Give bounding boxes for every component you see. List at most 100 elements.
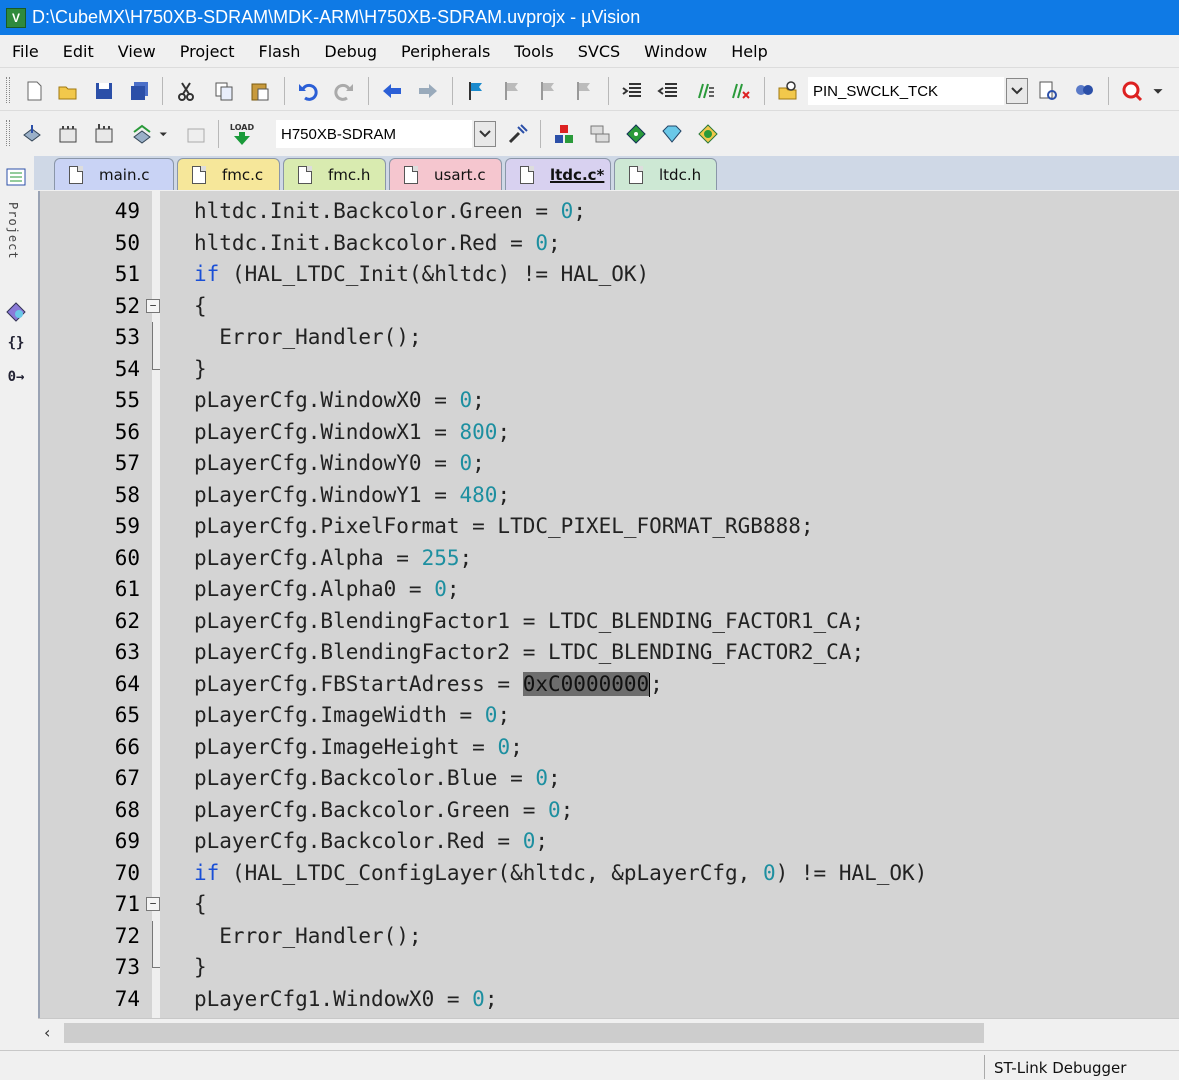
redo-icon[interactable] [330, 77, 358, 105]
project-window-icon[interactable] [2, 162, 30, 192]
code-line[interactable]: 73} [40, 952, 1179, 984]
next-bookmark-icon[interactable] [534, 77, 562, 105]
toolbar-grip[interactable] [6, 77, 10, 103]
scrollbar-thumb[interactable] [64, 1023, 984, 1043]
build-icon[interactable] [54, 120, 82, 148]
functions-icon[interactable]: {} [2, 328, 30, 358]
menu-edit[interactable]: Edit [51, 42, 106, 61]
toolbar-grip[interactable] [6, 120, 10, 146]
navigate-forward-icon[interactable] [414, 77, 442, 105]
code-line[interactable]: 59 pLayerCfg.PixelFormat = LTDC_PIXEL_FOR… [40, 511, 1179, 543]
file-extensions-icon[interactable] [586, 120, 614, 148]
file-toolbar: PIN_SWCLK_TCK [0, 69, 1179, 111]
code-line[interactable]: 60 pLayerCfg.Alpha = 255; [40, 543, 1179, 575]
tab-usart-c[interactable]: usart.c [389, 158, 502, 190]
chevron-down-icon[interactable] [474, 121, 496, 147]
indent-icon[interactable] [618, 77, 646, 105]
target-select[interactable]: H750XB-SDRAM [276, 120, 472, 148]
clear-bookmarks-icon[interactable] [570, 77, 598, 105]
find-in-files-icon[interactable] [774, 77, 802, 105]
paste-icon[interactable] [246, 77, 274, 105]
code-line[interactable]: 62 pLayerCfg.BlendingFactor1 = LTDC_BLEND… [40, 606, 1179, 638]
code-line[interactable]: 63 pLayerCfg.BlendingFactor2 = LTDC_BLEND… [40, 637, 1179, 669]
copy-icon[interactable] [210, 77, 238, 105]
options-for-target-icon[interactable] [504, 120, 532, 148]
cut-icon[interactable] [172, 77, 200, 105]
stop-build-icon[interactable] [182, 120, 210, 148]
prev-bookmark-icon[interactable] [498, 77, 526, 105]
code-line[interactable]: 71− { [40, 889, 1179, 921]
text-caret [649, 672, 651, 697]
scroll-left-arrow-icon[interactable]: ‹ [44, 1023, 50, 1042]
menu-file[interactable]: File [0, 42, 51, 61]
fold-toggle-icon[interactable]: − [146, 298, 160, 313]
code-line[interactable]: 51 if (HAL_LTDC_Init(&hltdc) != HAL_OK) [40, 259, 1179, 291]
templates-icon[interactable]: 0→ [2, 362, 30, 392]
code-line[interactable]: 52− { [40, 291, 1179, 323]
tab-ltdc-h[interactable]: ltdc.h [614, 158, 717, 190]
manage-project-items-icon[interactable] [550, 120, 578, 148]
dropdown-arrow-icon[interactable] [156, 120, 172, 148]
open-file-icon[interactable] [54, 77, 82, 105]
tab-main-c[interactable]: main.c [54, 158, 174, 190]
undo-icon[interactable] [294, 77, 322, 105]
menu-tools[interactable]: Tools [502, 42, 565, 61]
code-line[interactable]: 67 pLayerCfg.Backcolor.Blue = 0; [40, 763, 1179, 795]
select-packs-icon[interactable] [658, 120, 686, 148]
menu-help[interactable]: Help [719, 42, 779, 61]
code-line[interactable]: 49 hltdc.Init.Backcolor.Green = 0; [40, 196, 1179, 228]
menu-flash[interactable]: Flash [246, 42, 312, 61]
load-download-button[interactable]: LOAD [228, 120, 256, 148]
code-line[interactable]: 58 pLayerCfg.WindowY1 = 480; [40, 480, 1179, 512]
code-line[interactable]: 72 Error_Handler(); [40, 920, 1179, 952]
books-icon[interactable] [2, 296, 30, 326]
code-line[interactable]: 53 Error_Handler(); [40, 322, 1179, 354]
save-icon[interactable] [90, 77, 118, 105]
dropdown-arrow-icon[interactable] [1148, 77, 1168, 105]
find-combo[interactable]: PIN_SWCLK_TCK [808, 77, 1004, 105]
tab-fmc-c[interactable]: fmc.c [177, 158, 280, 190]
menu-view[interactable]: View [106, 42, 168, 61]
tab-fmc-h[interactable]: fmc.h [283, 158, 386, 190]
code-line[interactable]: 74 pLayerCfg1.WindowX0 = 0; [40, 984, 1179, 1016]
find-replace-icon[interactable] [1070, 77, 1098, 105]
uncomment-icon[interactable] [726, 77, 754, 105]
menu-peripherals[interactable]: Peripherals [389, 42, 502, 61]
code-line[interactable]: 69 pLayerCfg.Backcolor.Red = 0; [40, 826, 1179, 858]
bookmark-icon[interactable] [462, 77, 490, 105]
code-line[interactable]: 61 pLayerCfg.Alpha0 = 0; [40, 574, 1179, 606]
translate-icon[interactable] [18, 120, 46, 148]
code-line[interactable]: 66 pLayerCfg.ImageHeight = 0; [40, 732, 1179, 764]
code-line[interactable]: 55 pLayerCfg.WindowX0 = 0; [40, 385, 1179, 417]
pack-installer-icon[interactable] [622, 120, 650, 148]
unindent-icon[interactable] [654, 77, 682, 105]
line-number: 72 [114, 923, 140, 948]
new-file-icon[interactable] [20, 77, 48, 105]
chevron-down-icon[interactable] [1006, 78, 1028, 104]
code-line[interactable]: 65 pLayerCfg.ImageWidth = 0; [40, 700, 1179, 732]
navigate-back-icon[interactable] [378, 77, 406, 105]
save-all-icon[interactable] [126, 77, 154, 105]
tab-ltdc-c[interactable]: ltdc.c* [505, 158, 611, 190]
horizontal-scrollbar[interactable]: ‹ [38, 1018, 1179, 1046]
code-line[interactable]: 54} [40, 353, 1179, 386]
debug-settings-icon[interactable] [1118, 77, 1146, 105]
menu-debug[interactable]: Debug [312, 42, 389, 61]
code-editor[interactable]: 49 hltdc.Init.Backcolor.Green = 0; 50 hltdc… [38, 191, 1179, 1018]
code-line[interactable]: 56 pLayerCfg.WindowX1 = 800; [40, 417, 1179, 449]
batch-build-icon[interactable] [128, 120, 156, 148]
menu-project[interactable]: Project [168, 42, 247, 61]
project-tab-label[interactable]: Project [6, 202, 20, 260]
code-line[interactable]: 68 pLayerCfg.Backcolor.Green = 0; [40, 795, 1179, 827]
manage-rte-icon[interactable] [694, 120, 722, 148]
fold-toggle-icon[interactable]: − [146, 897, 160, 911]
menu-window[interactable]: Window [632, 42, 719, 61]
code-line[interactable]: 57 pLayerCfg.WindowY0 = 0; [40, 448, 1179, 480]
menu-svcs[interactable]: SVCS [566, 42, 632, 61]
incremental-find-icon[interactable] [1034, 77, 1062, 105]
code-line[interactable]: 70 if (HAL_LTDC_ConfigLayer(&hltdc, &pLay… [40, 858, 1179, 890]
comment-icon[interactable] [690, 77, 718, 105]
rebuild-icon[interactable] [90, 120, 118, 148]
code-line[interactable]: 50 hltdc.Init.Backcolor.Red = 0; [40, 228, 1179, 260]
code-line[interactable]: 64 pLayerCfg.FBStartAdress = 0xC0000000; [40, 669, 1179, 701]
